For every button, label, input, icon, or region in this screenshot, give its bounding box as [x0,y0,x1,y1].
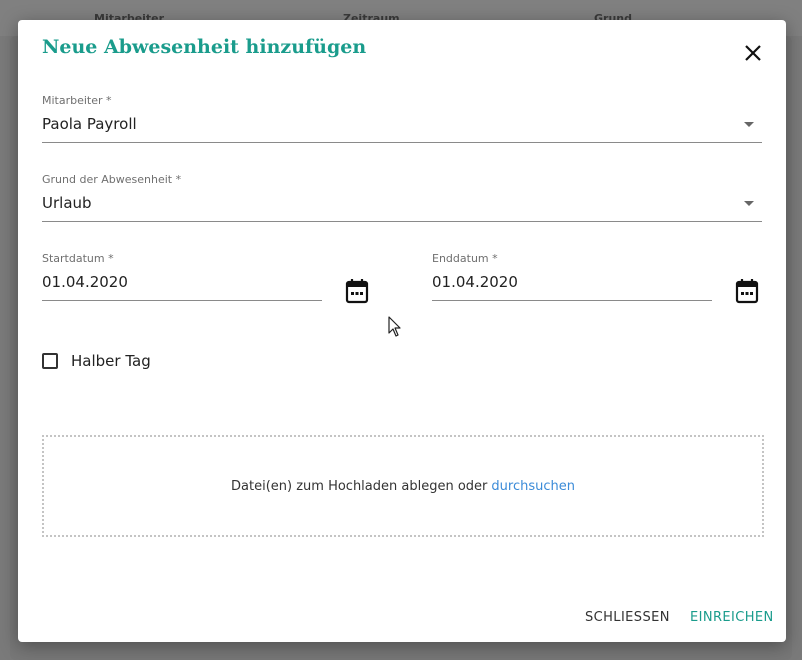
start-date-value: 01.04.2020 [42,273,128,291]
chevron-down-icon[interactable] [744,201,754,206]
file-dropzone[interactable]: Datei(en) zum Hochladen ablegen oder dur… [42,435,764,537]
calendar-icon[interactable] [345,278,369,304]
start-date-field[interactable]: Startdatum * 01.04.2020 [42,252,322,301]
close-icon[interactable] [742,42,764,64]
end-date-field[interactable]: Enddatum * 01.04.2020 [432,252,712,301]
half-day-checkbox[interactable] [42,353,58,369]
submit-button[interactable]: EINREICHEN [690,606,774,629]
chevron-down-icon[interactable] [744,122,754,127]
dialog-title: Neue Abwesenheit hinzufügen [42,36,367,58]
end-date-value: 01.04.2020 [432,273,518,291]
browse-link[interactable]: durchsuchen [491,479,575,494]
half-day-label[interactable]: Halber Tag [71,352,151,370]
close-button[interactable]: SCHLIESSEN [585,606,670,629]
mouse-cursor-icon [388,316,402,338]
dropzone-text: Datei(en) zum Hochladen ablegen oder [231,478,488,494]
reason-label: Grund der Abwesenheit * [42,173,182,186]
employee-select[interactable]: Mitarbeiter * Paola Payroll [42,94,762,143]
reason-value: Urlaub [42,194,92,212]
calendar-icon[interactable] [735,278,759,304]
employee-value: Paola Payroll [42,115,137,133]
employee-label: Mitarbeiter * [42,94,112,107]
reason-select[interactable]: Grund der Abwesenheit * Urlaub [42,173,762,222]
start-date-label: Startdatum * [42,252,114,265]
half-day-row[interactable]: Halber Tag [42,352,151,370]
end-date-label: Enddatum * [432,252,498,265]
add-absence-dialog: Neue Abwesenheit hinzufügen Mitarbeiter … [18,20,786,642]
